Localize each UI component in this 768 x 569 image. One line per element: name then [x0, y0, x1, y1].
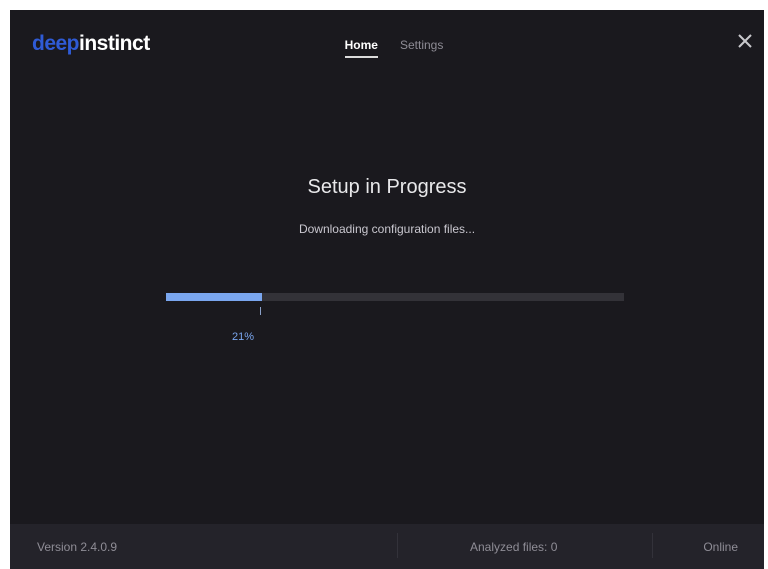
progress-bar	[166, 293, 624, 301]
tab-home[interactable]: Home	[344, 38, 379, 58]
connection-status: Online	[703, 540, 738, 554]
status-message: Downloading configuration files...	[298, 222, 476, 236]
app-window: deepinstinct Home Settings Setup in Prog…	[10, 10, 764, 569]
header: deepinstinct Home Settings	[10, 10, 764, 76]
close-button[interactable]	[734, 30, 756, 52]
footer-divider	[397, 533, 398, 558]
close-icon	[738, 34, 752, 48]
status-bar: Version 2.4.0.9 Analyzed files: 0 Online	[10, 524, 764, 569]
analyzed-files-label: Analyzed files: 0	[470, 540, 558, 554]
progress-bar-fill	[166, 293, 263, 301]
version-label: Version 2.4.0.9	[37, 540, 118, 554]
footer-divider	[652, 533, 653, 558]
nav-tabs: Home Settings	[10, 38, 764, 58]
progress-marker	[260, 307, 261, 315]
progress-percent-label: 21%	[232, 331, 255, 343]
page-title: Setup in Progress	[307, 176, 467, 198]
tab-settings[interactable]: Settings	[400, 38, 443, 58]
